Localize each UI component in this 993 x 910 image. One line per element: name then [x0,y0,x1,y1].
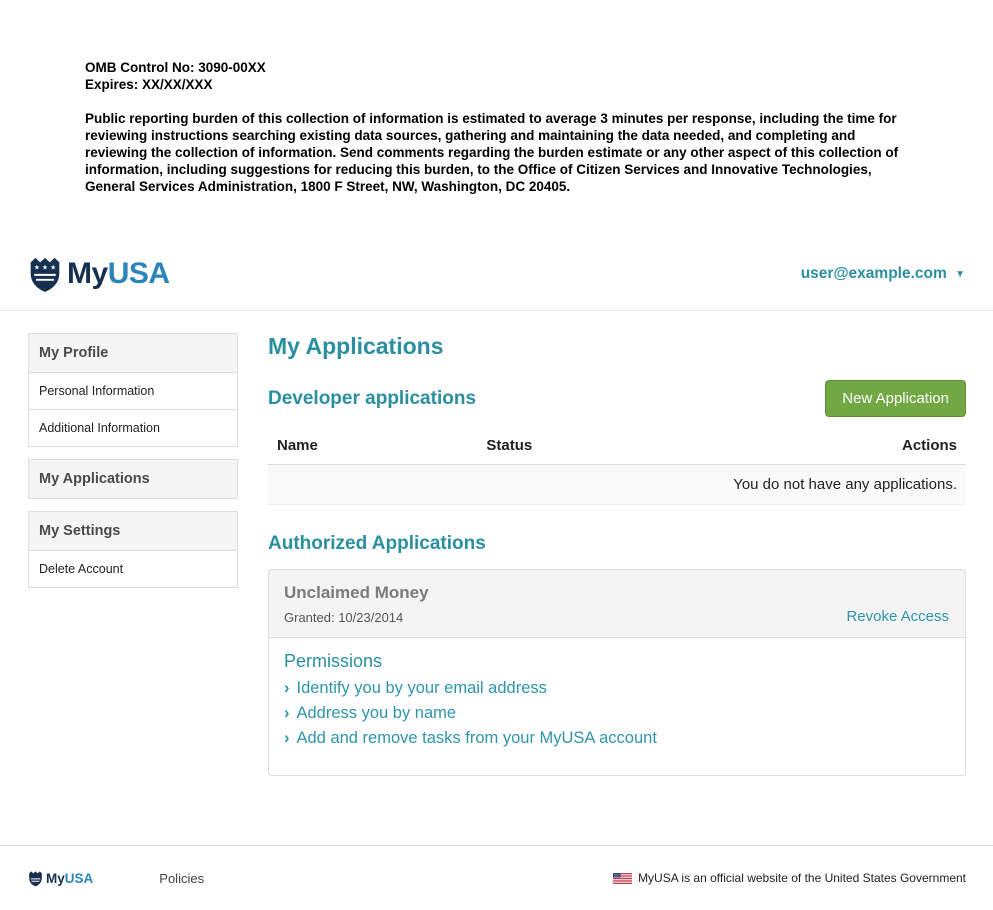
sidebar-item-personal-information[interactable]: Personal Information [29,372,237,409]
authorized-app-card-header: Unclaimed Money Granted: 10/23/2014 Revo… [269,570,965,638]
omb-control-no: OMB Control No: 3090-00XX [85,60,913,77]
developer-applications-section-head: Developer applications New Application [268,380,966,417]
sidebar-group-my-applications: My Applications [28,459,238,499]
permission-item[interactable]: › Address you by name [284,701,950,726]
developer-applications-table: Name Status Actions You do not have any … [268,429,966,505]
official-text: MyUSA is an official website of the Unit… [638,871,966,885]
omb-notice: OMB Control No: 3090-00XX Expires: XX/XX… [85,60,913,195]
empty-applications-message: You do not have any applications. [268,465,966,505]
us-flag-icon [613,873,638,884]
official-site-note: MyUSA is an official website of the Unit… [613,871,966,885]
column-header-status: Status [477,429,756,465]
revoke-access-link[interactable]: Revoke Access [846,608,949,625]
myusa-logo[interactable]: ★ ★ ★ MyUSA [28,255,170,293]
shield-icon: ★ ★ ★ [28,255,67,293]
sidebar-header-my-applications[interactable]: My Applications [29,460,237,498]
caret-down-icon: ▼ [955,269,965,280]
svg-text:★ ★ ★: ★ ★ ★ [34,263,56,271]
sidebar: My Profile Personal Information Addition… [28,333,238,600]
permission-text: Address you by name [297,704,457,722]
table-row: You do not have any applications. [268,465,966,505]
developer-applications-heading: Developer applications [268,388,476,410]
page-title: My Applications [268,333,966,360]
authorized-applications-heading: Authorized Applications [268,533,966,555]
main-panel: My Applications Developer applications N… [268,333,966,776]
footer-myusa-logo[interactable]: MyUSA [28,870,93,887]
logo-text-my: My [67,257,108,291]
policies-link[interactable]: Policies [159,871,204,886]
shield-icon [28,870,46,887]
sidebar-header-my-settings[interactable]: My Settings [29,512,237,550]
permissions-list: › Identify you by your email address › Add… [284,676,950,751]
permission-text: Add and remove tasks from your MyUSA acc… [297,729,657,747]
sidebar-item-delete-account[interactable]: Delete Account [29,550,237,587]
table-header-row: Name Status Actions [268,429,966,465]
site-footer: MyUSA Policies [0,845,993,910]
chevron-right-icon: › [284,679,290,697]
permission-item[interactable]: › Identify you by your email address [284,676,950,701]
footer-logo-text-usa: USA [65,871,94,886]
permissions-title: Permissions [284,651,950,672]
chevron-right-icon: › [284,704,290,722]
column-header-actions: Actions [757,429,966,465]
content: My Profile Personal Information Addition… [0,311,993,776]
sidebar-group-my-profile: My Profile Personal Information Addition… [28,333,238,447]
site-header: ★ ★ ★ MyUSA user@example.com ▼ [0,237,993,311]
chevron-right-icon: › [284,729,290,747]
app-name: Unclaimed Money [284,583,950,603]
omb-burden-text: Public reporting burden of this collecti… [85,110,913,195]
permission-text: Identify you by your email address [297,679,547,697]
sidebar-item-additional-information[interactable]: Additional Information [29,409,237,446]
column-header-name: Name [268,429,477,465]
user-menu[interactable]: user@example.com ▼ [801,265,965,283]
authorized-app-card: Unclaimed Money Granted: 10/23/2014 Revo… [268,569,966,776]
permission-item[interactable]: › Add and remove tasks from your MyUSA ac… [284,726,950,751]
sidebar-group-my-settings: My Settings Delete Account [28,511,238,588]
page: OMB Control No: 3090-00XX Expires: XX/XX… [0,60,993,776]
omb-expires: Expires: XX/XX/XXX [85,77,913,94]
user-email: user@example.com [801,265,947,282]
new-application-button[interactable]: New Application [825,380,966,417]
footer-logo-text-my: My [46,871,65,886]
logo-text-usa: USA [108,257,170,291]
sidebar-header-my-profile[interactable]: My Profile [29,334,237,372]
authorized-app-card-body: Permissions › Identify you by your email … [269,638,965,775]
